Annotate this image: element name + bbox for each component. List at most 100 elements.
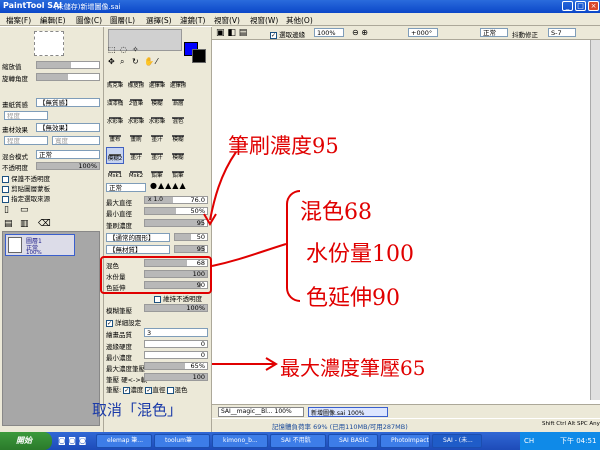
selection-source-checkbox[interactable]: 指定選取來源	[2, 193, 50, 203]
effect-width[interactable]: 寬度	[52, 136, 100, 145]
delete-layer-icon[interactable]: ⌫	[38, 219, 51, 229]
pressure-density-checkbox[interactable]: ✓濃度	[123, 386, 143, 394]
protect-opacity-checkbox[interactable]: 保護不透明度	[2, 173, 50, 183]
tool-bucket[interactable]: 油漆桶	[106, 93, 124, 110]
canvas-zoom-field[interactable]: 100%	[314, 28, 344, 37]
menu-select[interactable]: 選擇(S)	[146, 15, 172, 26]
taskbar-item-6[interactable]: PhotoImpact	[380, 434, 430, 448]
tool-watercolor-3[interactable]: 水彩筆	[148, 111, 166, 128]
tool-eraser[interactable]: 橡皮擦	[127, 75, 145, 92]
min-size-slider[interactable]: 50%	[144, 207, 208, 215]
tool-blur-2[interactable]: 模糊	[169, 129, 187, 146]
tool-watercolor-2[interactable]: 水彩筆	[127, 111, 145, 128]
angle-slider[interactable]	[36, 73, 100, 81]
tool-ink-3[interactable]: 墨汁	[148, 147, 166, 164]
maximize-button[interactable]: □	[575, 1, 586, 11]
edge-hardness-slider[interactable]: 0	[144, 340, 208, 348]
pressure-blend-checkbox[interactable]: 混色	[167, 386, 187, 394]
tool-binary-pen[interactable]: 2值筆	[127, 93, 145, 110]
tool-brush[interactable]: 畫刷	[127, 129, 145, 146]
doc-tab-2[interactable]: 新增圖像.sai 100%	[308, 407, 388, 417]
opacity-slider[interactable]: 100%	[36, 162, 100, 170]
brush-shape-icons[interactable]: ●▲▲▲▲	[150, 181, 187, 190]
min-density-slider[interactable]: 0	[144, 351, 208, 359]
canvas-tool-icons[interactable]: ▣ ◧ ▤	[216, 28, 266, 38]
rotate-icon[interactable]: ↻	[132, 57, 139, 66]
layer-row[interactable]: 圖層1 正常 100%	[5, 234, 75, 256]
zoom-buttons[interactable]: ⊖ ⊕	[352, 28, 368, 37]
tool-mask-2[interactable]: Msk2	[127, 165, 145, 182]
max-pressure-slider[interactable]: 65%	[144, 362, 208, 370]
tool-mask-1[interactable]: Msk1	[106, 165, 124, 182]
tool-watercolor-1[interactable]: 水彩筆	[106, 111, 124, 128]
magic-wand-icon[interactable]: ✧	[132, 45, 139, 54]
navigator-preview[interactable]	[34, 31, 64, 56]
quick-launch-icons[interactable]: ◙ ◙ ◙	[58, 436, 86, 445]
brush-texture-select[interactable]: 【無材質】	[106, 245, 170, 254]
menu-image[interactable]: 圖像(C)	[76, 15, 102, 26]
canvas-angle-field[interactable]: +000°	[408, 28, 438, 37]
menu-file[interactable]: 檔案(F)	[6, 15, 31, 26]
tool-pencil-1[interactable]: 鉛筆	[148, 165, 166, 182]
drawing-canvas[interactable]	[212, 40, 590, 400]
taskbar-item-5[interactable]: SAI BASIC	[328, 434, 378, 448]
tool-blur[interactable]: 模糊	[148, 93, 166, 110]
quality-select[interactable]: 3	[144, 328, 208, 337]
tool-blur-3[interactable]: 模糊	[169, 147, 187, 164]
density-slider[interactable]: 95	[144, 219, 208, 227]
menu-window[interactable]: 視窗(W)	[250, 15, 278, 26]
clipping-checkbox[interactable]: 剪貼圖層蒙板	[2, 183, 50, 193]
minimize-button[interactable]: _	[562, 1, 573, 11]
tool-ink-2[interactable]: 墨汁	[127, 147, 145, 164]
secondary-color-swatch[interactable]	[192, 49, 206, 63]
new-layer-icon[interactable]: ▯	[4, 205, 9, 215]
select-edge-checkbox[interactable]: ✓ 選取邊緣	[270, 29, 305, 39]
tool-select-pen[interactable]: 選擇筆	[148, 75, 166, 92]
close-button[interactable]: ×	[588, 1, 599, 11]
zoom-icon[interactable]: ⌕	[120, 57, 124, 67]
menu-view[interactable]: 視窗(V)	[214, 15, 240, 26]
stabilizer-select[interactable]: S-7	[548, 28, 576, 37]
tool-pencil-2[interactable]: 鉛筆	[169, 165, 187, 182]
zoom-slider[interactable]	[36, 61, 100, 69]
merge-icon[interactable]: ▤	[4, 219, 13, 229]
brush-mode-select[interactable]: 正常	[106, 183, 146, 192]
canvas-mode-select[interactable]: 正常	[480, 28, 508, 37]
texture-degree[interactable]: 程度	[4, 111, 48, 120]
menu-edit[interactable]: 編輯(E)	[40, 15, 66, 26]
move-icon[interactable]: ✥	[108, 57, 115, 66]
clear-icon[interactable]: ▥	[20, 219, 29, 229]
blend-mode-select[interactable]: 正常	[36, 150, 100, 159]
tool-canvas[interactable]: 畫布	[106, 129, 124, 146]
max-size-slider[interactable]: x 1.0 76.0	[144, 196, 208, 204]
texture-select[interactable]: 【無質感】	[36, 98, 100, 107]
start-button[interactable]: 開始	[0, 432, 52, 450]
vertical-scrollbar[interactable]	[590, 40, 600, 400]
tool-blend[interactable]: 混色	[169, 111, 187, 128]
brush-shape-slider[interactable]: 50	[174, 233, 208, 241]
tool-ink[interactable]: 墨汁	[148, 129, 166, 146]
effect-select[interactable]: 【無效果】	[36, 123, 100, 132]
menu-others[interactable]: 其他(O)	[286, 15, 313, 26]
new-folder-icon[interactable]: ▭	[20, 205, 29, 215]
menu-filter[interactable]: 濾鏡(T)	[180, 15, 205, 26]
hand-icon[interactable]: ✋	[144, 57, 154, 66]
taskbar-item-7[interactable]: SAI - (未...	[432, 434, 482, 448]
pressure-size-checkbox[interactable]: ✓直徑	[145, 386, 165, 394]
eyedropper-icon[interactable]: ⁄	[156, 57, 157, 66]
brush-texture-slider[interactable]: 95	[174, 245, 208, 253]
tool-gradient[interactable]: 漸層	[169, 93, 187, 110]
menu-layer[interactable]: 圖層(L)	[110, 15, 135, 26]
taskbar-item-4[interactable]: SAI 不用骯	[270, 434, 326, 448]
brush-shape-select[interactable]: 【通常的圓形】	[106, 233, 170, 242]
taskbar-item-1[interactable]: elemap 筆...	[96, 434, 152, 448]
selection-rect-icon[interactable]: ⬚	[108, 45, 116, 54]
tool-select-eraser[interactable]: 選擇擦	[169, 75, 187, 92]
blur-pressure-slider[interactable]: 100%	[144, 304, 208, 312]
effect-degree[interactable]: 程度	[4, 136, 48, 145]
tool-marker[interactable]: 馬克筆	[106, 75, 124, 92]
language-indicator[interactable]: CH	[524, 432, 534, 450]
tool-blur-selected[interactable]: 模糊2	[106, 147, 124, 164]
doc-tab-1[interactable]: SAI__magic__Bl... 100%	[218, 407, 304, 417]
taskbar-item-3[interactable]: kimono_b...	[212, 434, 268, 448]
